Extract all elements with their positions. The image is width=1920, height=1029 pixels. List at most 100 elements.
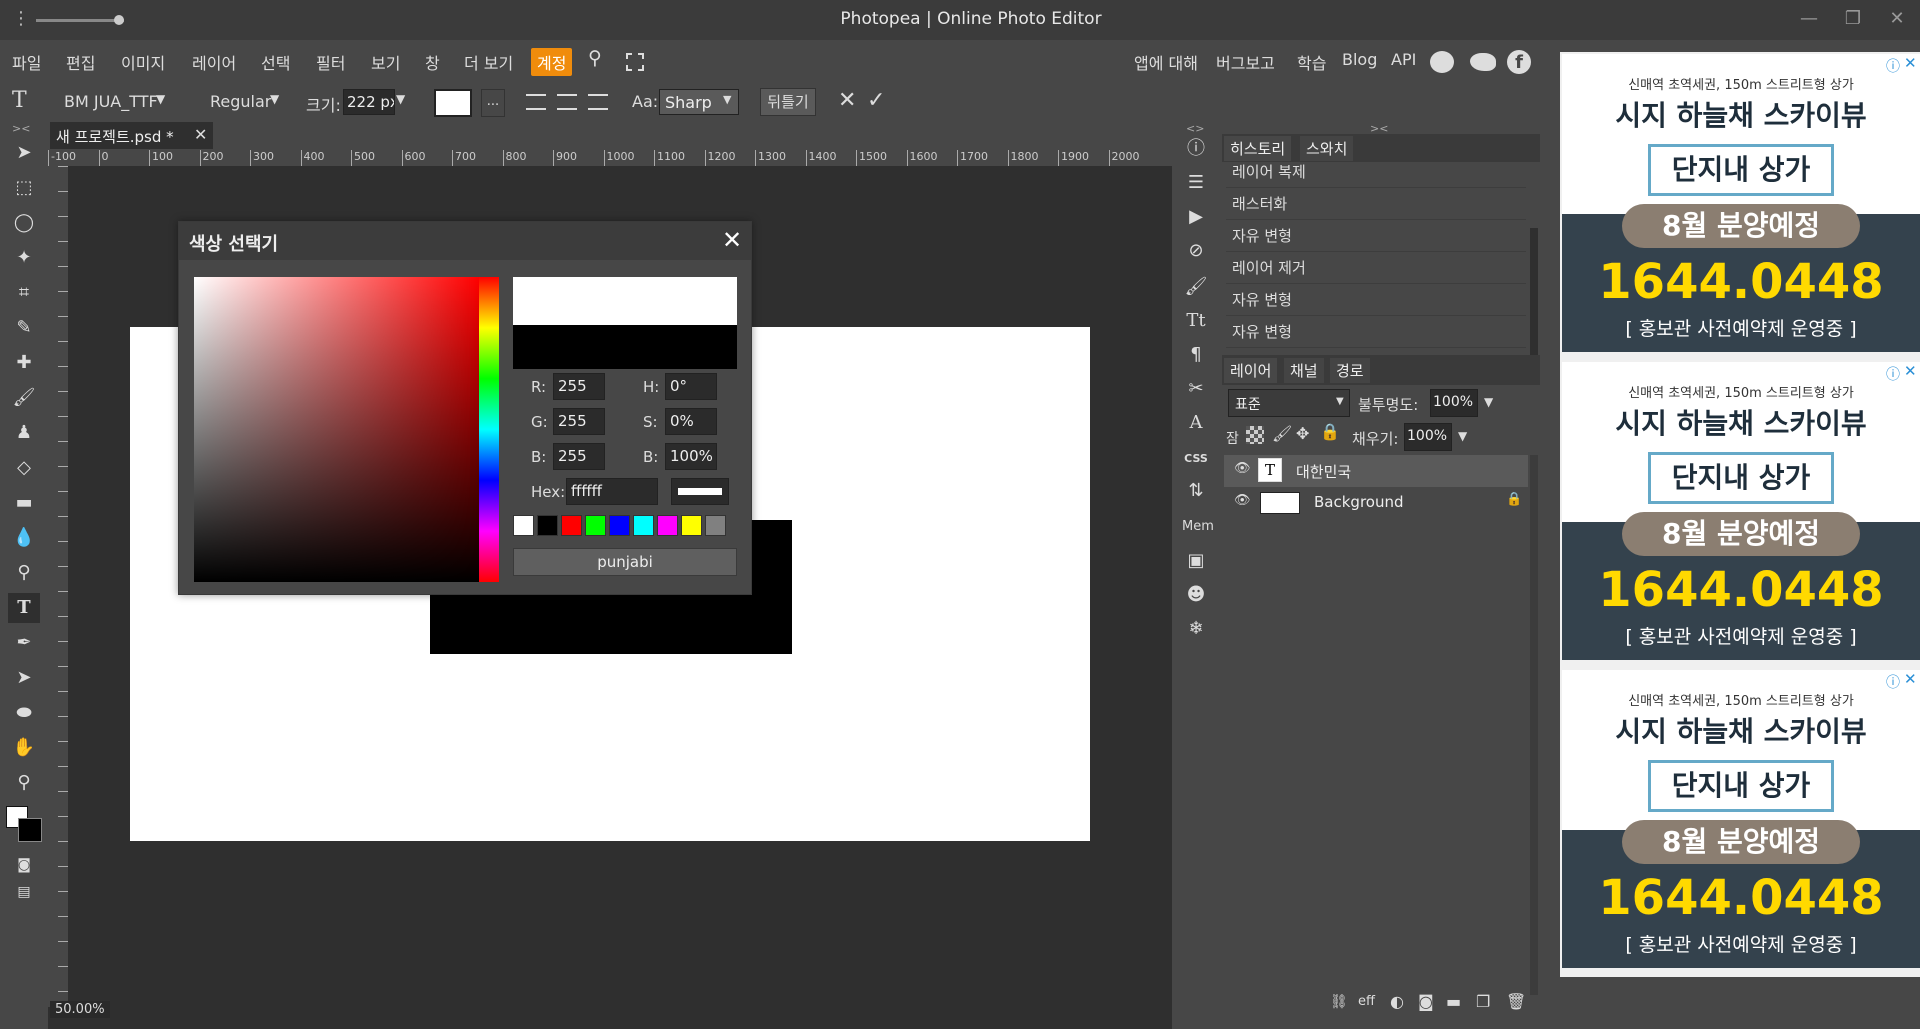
- history-item[interactable]: 레이어 제거: [1226, 252, 1526, 284]
- ad-info-icon[interactable]: ⓘ: [1886, 364, 1900, 384]
- healing-tool-icon[interactable]: ✚: [8, 348, 40, 378]
- g-input[interactable]: 255: [553, 408, 605, 435]
- swatch-red[interactable]: [561, 515, 582, 536]
- menu-filter[interactable]: 필터: [316, 50, 345, 74]
- chevron-down-icon[interactable]: ▼: [1458, 429, 1467, 443]
- swatch-cyan[interactable]: [633, 515, 654, 536]
- text-color-swatch[interactable]: [434, 89, 472, 117]
- blur-tool-icon[interactable]: 💧: [8, 523, 40, 553]
- commit-check-icon[interactable]: ✓: [867, 88, 885, 113]
- menu-file[interactable]: 파일: [12, 50, 41, 74]
- pen-tool-icon[interactable]: ✒: [8, 628, 40, 658]
- marquee-tool-icon[interactable]: ⬚: [8, 173, 40, 203]
- align-left-icon[interactable]: [526, 94, 546, 110]
- opacity-input[interactable]: 100%: [1430, 389, 1478, 417]
- hue-slider[interactable]: [479, 277, 499, 582]
- ad-close-icon[interactable]: ✕: [1904, 670, 1917, 688]
- swatch-black[interactable]: [537, 515, 558, 536]
- fill-input[interactable]: 100%: [1404, 423, 1452, 451]
- font-style-select[interactable]: Regular: [210, 92, 271, 111]
- fullscreen-icon[interactable]: [626, 53, 644, 71]
- warp-button[interactable]: 뒤틀기: [760, 88, 816, 116]
- dodge-tool-icon[interactable]: ⚲: [8, 558, 40, 588]
- ad-close-icon[interactable]: ✕: [1904, 54, 1917, 72]
- document-tab[interactable]: 새 프로젝트.psd * ✕: [50, 122, 213, 149]
- collapse-icon[interactable]: ><: [12, 122, 30, 135]
- menu-layer[interactable]: 레이어: [192, 50, 236, 74]
- history-item[interactable]: 래스터화: [1226, 188, 1526, 220]
- menu-about[interactable]: 앱에 대해: [1134, 50, 1198, 74]
- lasso-tool-icon[interactable]: ◯: [8, 208, 40, 238]
- swatch-green[interactable]: [585, 515, 606, 536]
- facebook-icon[interactable]: f: [1507, 50, 1531, 74]
- layers-scrollbar[interactable]: [1530, 455, 1538, 995]
- search-icon[interactable]: ⚲: [588, 47, 602, 69]
- swatch-white[interactable]: [513, 515, 534, 536]
- menu-edit[interactable]: 편집: [66, 50, 95, 74]
- s-input[interactable]: 0%: [665, 408, 717, 435]
- font-size-input[interactable]: 222 px: [343, 89, 395, 115]
- eraser-tool-icon[interactable]: ◇: [8, 453, 40, 483]
- zoom-tool-icon[interactable]: ⚲: [8, 768, 40, 798]
- lock-move-icon[interactable]: ✥: [1296, 424, 1309, 443]
- adjustments-icon[interactable]: ☰: [1180, 168, 1212, 198]
- menu-window[interactable]: 창: [425, 50, 440, 74]
- type-tool-button[interactable]: T: [8, 593, 40, 623]
- glyphs-icon[interactable]: A: [1180, 408, 1212, 438]
- b-input[interactable]: 255: [553, 443, 605, 470]
- restore-button[interactable]: ❐: [1840, 6, 1866, 32]
- chevron-down-icon[interactable]: ▼: [1336, 396, 1344, 407]
- screen-mode-icon[interactable]: ▤: [8, 877, 40, 907]
- layer-effects-button[interactable]: eff: [1358, 994, 1375, 1009]
- history-item[interactable]: 자유 변형: [1226, 284, 1526, 316]
- background-color-swatch[interactable]: [18, 818, 42, 842]
- font-select[interactable]: BM JUA_TTF: [64, 92, 158, 111]
- new-layer-icon[interactable]: ❐: [1476, 992, 1490, 1011]
- gradient-tool-icon[interactable]: ▬: [8, 488, 40, 518]
- character-icon[interactable]: Tt: [1180, 306, 1212, 336]
- path-select-tool-icon[interactable]: ➤: [8, 663, 40, 693]
- magic-wand-tool-icon[interactable]: ✦: [8, 243, 40, 273]
- mask-icon[interactable]: ◙: [1418, 992, 1434, 1011]
- font-sample-button[interactable]: punjabi: [513, 548, 737, 576]
- trash-icon[interactable]: 🗑: [1506, 992, 1526, 1011]
- swatch-blue[interactable]: [609, 515, 630, 536]
- menu-select[interactable]: 선택: [261, 50, 290, 74]
- tab-paths[interactable]: 경로: [1330, 358, 1370, 383]
- actions-play-icon[interactable]: ▶: [1180, 202, 1212, 232]
- close-icon[interactable]: ✕: [722, 226, 742, 254]
- transform-icon[interactable]: ⇅: [1180, 476, 1212, 506]
- adjustment-layer-icon[interactable]: ◐: [1390, 992, 1404, 1011]
- brush-settings-icon[interactable]: 🖌: [1180, 272, 1212, 302]
- close-button[interactable]: ✕: [1884, 6, 1910, 32]
- h-input[interactable]: 0°: [665, 373, 717, 400]
- more-options-button[interactable]: ...: [481, 89, 505, 117]
- menu-report-bug[interactable]: 버그보고: [1216, 50, 1275, 74]
- eye-icon[interactable]: 👁: [1234, 461, 1251, 476]
- stamp-tool-icon[interactable]: ♟: [8, 418, 40, 448]
- cancel-icon[interactable]: ✕: [838, 88, 856, 113]
- twitter-icon[interactable]: [1470, 53, 1496, 71]
- chevron-down-icon[interactable]: ▼: [1484, 395, 1493, 409]
- css-panel-button[interactable]: CSS: [1180, 444, 1212, 474]
- tab-swatches[interactable]: 스와치: [1300, 136, 1354, 161]
- eye-icon[interactable]: 👁: [1234, 493, 1251, 508]
- ad-banner[interactable]: ⓘ ✕ 신매역 초역세권, 150m 스트리트형 상가 시지 하늘채 스카이뷰 단지내 …: [1562, 670, 1920, 968]
- info-icon[interactable]: ⓘ: [1180, 134, 1212, 164]
- ad-close-icon[interactable]: ✕: [1904, 362, 1917, 380]
- chevron-down-icon[interactable]: ▼: [723, 93, 731, 106]
- lock-all-icon[interactable]: 🔒: [1320, 422, 1340, 441]
- 3d-icon[interactable]: ❄: [1180, 614, 1212, 644]
- history-item[interactable]: 자유 변형: [1226, 316, 1526, 348]
- image-icon[interactable]: ▣: [1180, 546, 1212, 576]
- link-icon[interactable]: ⛓: [1330, 994, 1348, 1010]
- chevron-down-icon[interactable]: ▼: [396, 92, 405, 106]
- lock-transparency-icon[interactable]: [1246, 426, 1264, 444]
- swatch-yellow[interactable]: [681, 515, 702, 536]
- menu-learn[interactable]: 학습: [1297, 50, 1326, 74]
- chevron-down-icon[interactable]: ▼: [156, 92, 165, 106]
- reddit-icon[interactable]: [1430, 51, 1454, 73]
- saturation-brightness-field[interactable]: [194, 277, 479, 582]
- menu-account[interactable]: 계정: [531, 48, 573, 76]
- crop-tool-icon[interactable]: ⌗: [8, 278, 40, 308]
